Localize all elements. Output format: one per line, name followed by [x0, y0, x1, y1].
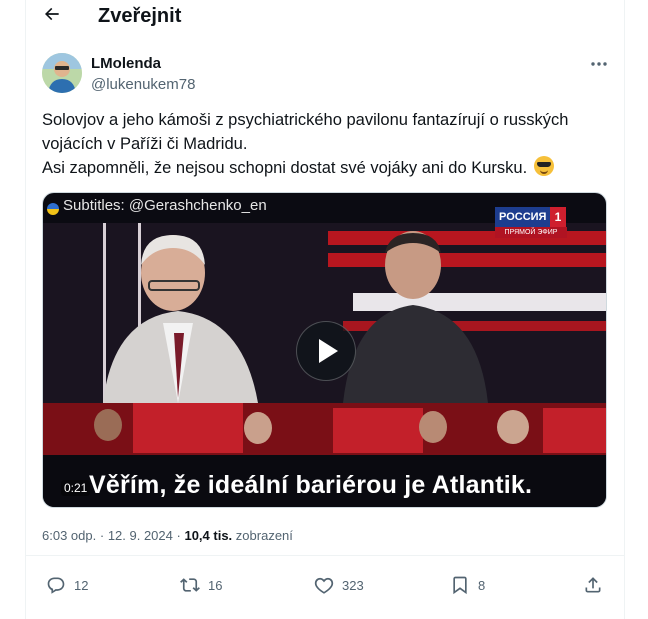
subtitle-credit: Subtitles: @Gerashchenko_en	[63, 197, 267, 214]
page-title: Zveřejnit	[98, 5, 182, 27]
channel-number: 1	[550, 207, 566, 227]
back-arrow-icon[interactable]	[42, 4, 62, 24]
retweet-count: 16	[208, 577, 223, 593]
avatar[interactable]	[42, 53, 82, 93]
reply-count: 12	[74, 577, 89, 593]
heart-icon	[314, 577, 334, 594]
retweet-button[interactable]: 16	[180, 574, 222, 596]
reply-icon	[47, 577, 65, 594]
action-bar: 12 16 323 8	[42, 574, 607, 598]
video-duration: 0:21	[61, 480, 91, 496]
author-name[interactable]: LMolenda	[91, 55, 161, 73]
separator-dot: ·	[99, 528, 105, 543]
post-time[interactable]: 6:03 odp.	[42, 528, 96, 543]
page-header: Zveřejnit	[0, 0, 648, 32]
share-icon	[585, 577, 601, 593]
tweet-line-text: Asi zapomněli, že nejsou schopni dostat …	[42, 159, 528, 177]
tweet-meta: 6:03 odp. · 12. 9. 2024 · 10,4 tis. zobr…	[42, 528, 293, 544]
tweet-line: vojácích v Paříži či Madridu.	[42, 135, 248, 153]
play-button[interactable]	[296, 321, 356, 381]
view-label: zobrazení	[235, 528, 293, 543]
share-button[interactable]	[583, 574, 611, 596]
tweet-line: Asi zapomněli, že nejsou schopni dostat …	[42, 156, 602, 180]
reply-button[interactable]: 12	[46, 574, 88, 596]
like-button[interactable]: 323	[314, 574, 364, 596]
view-count: 10,4 tis.	[184, 528, 233, 543]
live-badge: ПРЯМОЙ ЭФИР	[495, 227, 567, 238]
ukraine-flag-icon	[47, 203, 59, 215]
bookmark-button[interactable]: 8	[450, 574, 485, 596]
author-handle[interactable]: @lukenukem78	[91, 76, 195, 94]
retweet-icon	[180, 578, 200, 592]
divider	[26, 555, 624, 556]
video-caption: Věřím, že ideální bariérou je Atlantik.	[89, 471, 533, 499]
tweet-line: Solovjov a jeho kámoši z psychiatrického…	[42, 111, 569, 129]
like-count: 323	[342, 577, 364, 593]
separator-dot: ·	[176, 528, 181, 543]
more-options-icon[interactable]	[589, 58, 609, 70]
video-player[interactable]: Subtitles: @Gerashchenko_en РОССИЯ 1 ПРЯ…	[42, 192, 607, 508]
sunglasses-emoji-icon	[533, 156, 554, 176]
post-date[interactable]: 12. 9. 2024	[108, 528, 173, 543]
bookmark-count: 8	[478, 577, 486, 593]
tweet-text: Solovjov a jeho kámoši z psychiatrického…	[42, 108, 602, 180]
bookmark-icon	[453, 576, 467, 595]
